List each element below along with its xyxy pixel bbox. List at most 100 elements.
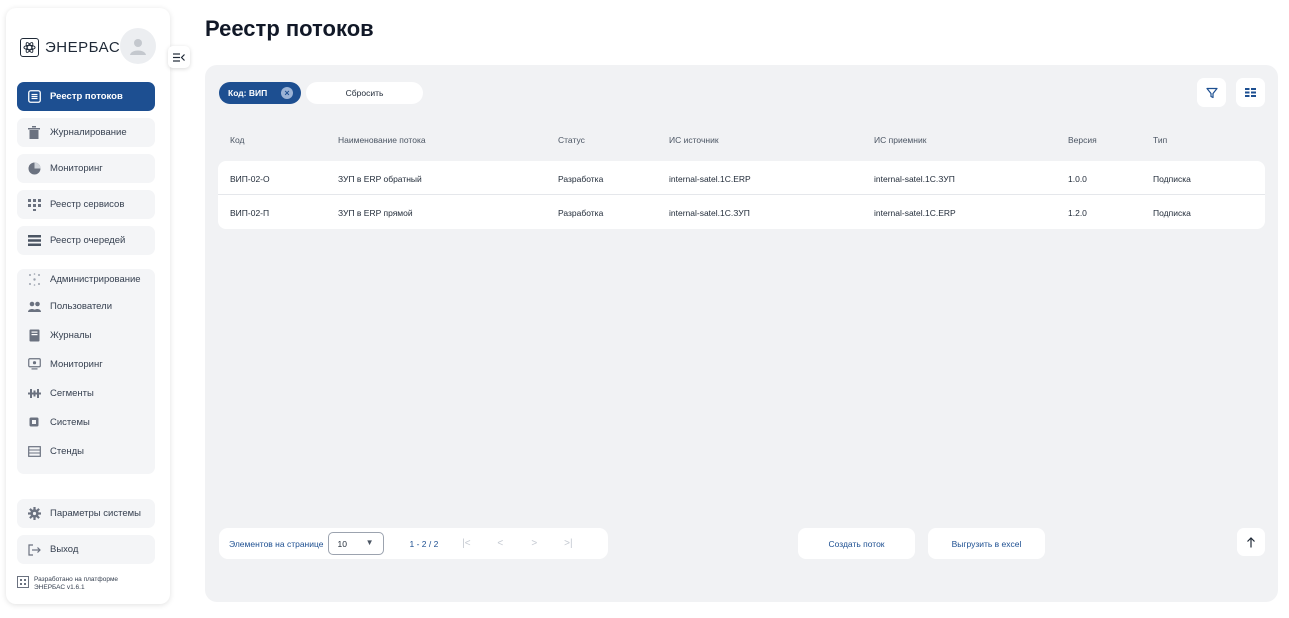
sidebar-item-logging[interactable]: Журналирование [17, 118, 155, 147]
prev-page-button[interactable]: < [494, 538, 506, 549]
cell-version: 1.0.0 [1068, 174, 1087, 184]
sidebar-item-label: Сегменты [50, 387, 94, 399]
sidebar-item-label: Реестр сервисов [50, 199, 125, 210]
cell-target: internal-satel.1C.ERP [874, 208, 956, 218]
page-size-select[interactable]: 10 ▼ [327, 532, 384, 555]
filter-chip-label: Код: ВИП [228, 88, 268, 98]
sidebar-item-stands[interactable]: Стенды [17, 440, 155, 462]
cell-type: Подписка [1153, 174, 1191, 184]
first-page-button[interactable]: |< [460, 538, 472, 549]
arrow-up-icon [1247, 536, 1255, 547]
grid-dots-icon [27, 198, 41, 212]
footer-line-2: ЭНЕРБАС v1.6.1 [34, 584, 85, 591]
platform-footer: Разработано на платформе ЭНЕРБАС v1.6.1 [17, 576, 118, 592]
last-page-button[interactable]: >| [562, 538, 574, 549]
column-header-status[interactable]: Статус [558, 135, 585, 145]
users-icon [27, 299, 41, 313]
sidebar-item-monitoring[interactable]: Мониторинг [17, 154, 155, 183]
filter-icon [1205, 87, 1218, 98]
sidebar-item-flow-registry[interactable]: Реестр потоков [17, 82, 155, 111]
filter-chip[interactable]: Код: ВИП × [219, 82, 301, 104]
journal-icon [27, 328, 41, 342]
pie-chart-icon [27, 162, 41, 176]
sidebar-item-logout[interactable]: Выход [17, 535, 155, 564]
segments-icon [27, 386, 41, 400]
sparkle-icon [27, 273, 41, 287]
cell-version: 1.2.0 [1068, 208, 1087, 218]
page-title: Реестр потоков [205, 16, 374, 41]
chip-icon [27, 415, 41, 429]
page-size-value: 10 [337, 538, 347, 549]
sidebar-item-system-settings[interactable]: Параметры системы [17, 499, 155, 528]
filter-button[interactable] [1197, 78, 1226, 107]
column-header-name[interactable]: Наименование потока [338, 135, 426, 145]
logo-text: ЭНЕРБАС [45, 39, 121, 56]
collapse-sidebar-button[interactable] [168, 46, 190, 68]
sidebar-item-label: Мониторинг [50, 163, 103, 174]
sidebar-item-label: Выход [50, 544, 79, 555]
chevron-down-icon: ▼ [365, 538, 374, 547]
sidebar-item-label: Стенды [50, 445, 85, 457]
column-header-code[interactable]: Код [230, 135, 244, 145]
pagination: Элементов на странице 10 ▼ 1 - 2 / 2 |< … [219, 528, 608, 559]
sidebar-item-label: Пользователи [50, 300, 113, 312]
cell-source: internal-satel.1C.ERP [669, 174, 751, 184]
columns-icon [1245, 88, 1256, 97]
create-flow-button[interactable]: Создать поток [798, 528, 915, 559]
column-header-type[interactable]: Тип [1153, 135, 1167, 145]
sidebar-item-label: Мониторинг [50, 358, 103, 370]
list-icon [27, 90, 41, 104]
app-root: ЭНЕРБАС Реестр потоков Журналирование Мо… [0, 0, 1289, 618]
cell-target: internal-satel.1C.ЗУП [874, 174, 955, 184]
collapse-menu-icon [173, 52, 185, 62]
sidebar: ЭНЕРБАС Реестр потоков Журналирование Мо… [6, 8, 170, 604]
stands-icon [27, 444, 41, 458]
sidebar-item-label: Системы [50, 416, 90, 428]
gear-icon [27, 507, 41, 521]
sidebar-item-segments[interactable]: Сегменты [17, 382, 155, 404]
scroll-top-button[interactable] [1237, 528, 1265, 556]
cell-source: internal-satel.1C.ЗУП [669, 208, 750, 218]
sidebar-item-users[interactable]: Пользователи [17, 295, 155, 317]
sidebar-item-label: Параметры системы [50, 508, 141, 519]
sidebar-item-label: Реестр потоков [50, 91, 123, 102]
sidebar-item-label: Реестр очередей [50, 235, 126, 246]
cell-status: Разработка [558, 174, 604, 184]
page-size-label: Элементов на странице [229, 538, 324, 549]
table-row[interactable]: ВИП-02-П ЗУП в ERP прямой Разработка int… [218, 195, 1265, 229]
monitor-icon [27, 357, 41, 371]
logo[interactable]: ЭНЕРБАС [20, 38, 120, 57]
cell-status: Разработка [558, 208, 604, 218]
reset-filters-button[interactable]: Сбросить [306, 82, 423, 104]
export-excel-button[interactable]: Выгрузить в excel [928, 528, 1045, 559]
user-avatar-icon [130, 39, 146, 55]
table-row[interactable]: ВИП-02-О ЗУП в ERP обратный Разработка i… [218, 161, 1265, 195]
sidebar-item-journals[interactable]: Журналы [17, 324, 155, 346]
sidebar-item-label: Журналирование [50, 127, 127, 138]
columns-settings-button[interactable] [1236, 78, 1265, 107]
sidebar-item-administration[interactable]: Администрирование [17, 265, 155, 294]
sidebar-item-service-registry[interactable]: Реестр сервисов [17, 190, 155, 219]
trash-bin-icon [27, 126, 41, 140]
cell-type: Подписка [1153, 208, 1191, 218]
column-header-source[interactable]: ИС источник [669, 135, 719, 145]
sidebar-item-systems[interactable]: Системы [17, 411, 155, 433]
sidebar-item-queue-registry[interactable]: Реестр очередей [17, 226, 155, 255]
sidebar-item-label: Журналы [50, 329, 92, 341]
cell-name: ЗУП в ERP обратный [338, 174, 422, 184]
column-header-target[interactable]: ИС приемник [874, 135, 926, 145]
footer-line-1: Разработано на платформе [34, 576, 119, 583]
sidebar-item-admin-monitoring[interactable]: Мониторинг [17, 353, 155, 375]
cell-code: ВИП-02-П [230, 208, 270, 218]
atom-logo-icon [20, 38, 39, 57]
sidebar-item-label: Администрирование [50, 274, 141, 285]
logout-icon [27, 543, 41, 557]
next-page-button[interactable]: > [528, 538, 540, 549]
stack-lines-icon [27, 234, 41, 248]
remove-filter-icon[interactable]: × [281, 87, 293, 99]
page-range: 1 - 2 / 2 [409, 538, 439, 549]
avatar[interactable] [120, 28, 156, 64]
main-panel: Код: ВИП × Сбросить Код Наименование пот… [205, 65, 1278, 602]
cell-name: ЗУП в ERP прямой [338, 208, 413, 218]
column-header-version[interactable]: Версия [1068, 135, 1097, 145]
